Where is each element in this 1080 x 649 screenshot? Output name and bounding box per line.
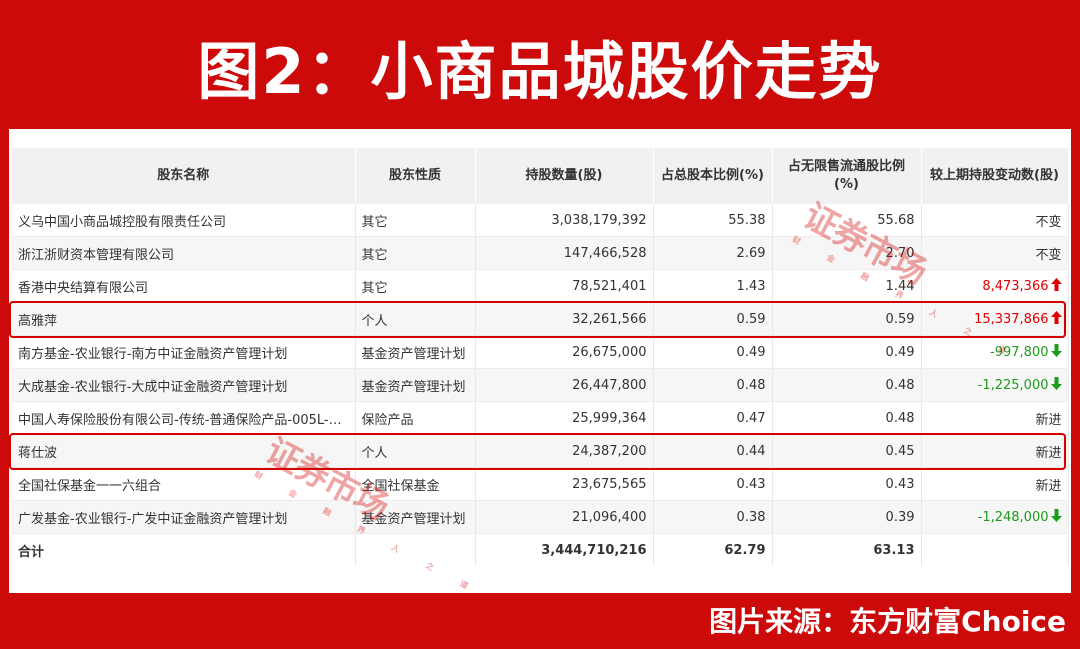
cell-name: 蒋仕波	[12, 434, 356, 468]
header-change[interactable]: 较上期持股变动数(股)	[921, 148, 1069, 204]
cell-type: 其它	[355, 236, 476, 270]
cell-pct-total: 0.59	[653, 302, 773, 336]
header-pct-total[interactable]: 占总股本比例(%)	[653, 148, 773, 204]
cell-pct-float: 2.70	[772, 236, 922, 270]
total-cell-type	[355, 533, 476, 566]
cell-name: 义乌中国小商品城控股有限责任公司	[12, 204, 356, 237]
cell-pct-float: 0.45	[772, 434, 922, 468]
table-panel: 股东名称 股东性质 持股数量(股) 占总股本比例(%) 占无限售流通股比例(%)…	[9, 129, 1071, 593]
cell-pct-float: 0.48	[772, 401, 922, 435]
total-cell-shares: 3,444,710,216	[475, 533, 654, 566]
total-cell-name: 合计	[12, 533, 356, 566]
arrow-down-icon	[1050, 344, 1062, 357]
cell-pct-float: 0.43	[772, 467, 922, 501]
cell-shares: 25,999,364	[475, 401, 654, 435]
table-row[interactable]: 高雅萍 个人 32,261,566 0.59 0.59 15,337,866	[12, 302, 1069, 336]
cell-pct-total: 1.43	[653, 269, 773, 303]
table-row[interactable]: 蒋仕波 个人 24,387,200 0.44 0.45 新进	[12, 434, 1069, 468]
table-row[interactable]: 南方基金-农业银行-南方中证金融资产管理计划 基金资产管理计划 26,675,000…	[12, 335, 1069, 369]
cell-pct-total: 0.49	[653, 335, 773, 369]
cell-change: 新进	[921, 401, 1069, 435]
table-row[interactable]: 大成基金-农业银行-大成中证金融资产管理计划 基金资产管理计划 26,447,800…	[12, 368, 1069, 402]
cell-shares: 26,447,800	[475, 368, 654, 402]
cell-change: 8,473,366	[921, 269, 1069, 303]
arrow-down-icon	[1050, 509, 1062, 522]
cell-shares: 3,038,179,392	[475, 204, 654, 237]
cell-pct-total: 2.69	[653, 236, 773, 270]
cell-type: 基金资产管理计划	[355, 500, 476, 534]
cell-pct-float: 0.48	[772, 368, 922, 402]
cell-name: 高雅萍	[12, 302, 356, 336]
cell-type: 其它	[355, 269, 476, 303]
cell-shares: 78,521,401	[475, 269, 654, 303]
cell-pct-float: 0.49	[772, 335, 922, 369]
cell-name: 香港中央结算有限公司	[12, 269, 356, 303]
cell-type: 保险产品	[355, 401, 476, 435]
arrow-up-icon	[1050, 311, 1062, 324]
table-row[interactable]: 广发基金-农业银行-广发中证金融资产管理计划 基金资产管理计划 21,096,400…	[12, 500, 1069, 534]
cell-name: 中国人寿保险股份有限公司-传统-普通保险产品-005L-CT...	[12, 401, 356, 435]
cell-type: 全国社保基金	[355, 467, 476, 501]
cell-type: 其它	[355, 204, 476, 237]
cell-shares: 26,675,000	[475, 335, 654, 369]
arrow-down-icon	[1050, 377, 1062, 390]
cell-pct-total: 0.47	[653, 401, 773, 435]
table-row[interactable]: 全国社保基金一一六组合 全国社保基金 23,675,565 0.43 0.43 新进	[12, 467, 1069, 501]
cell-pct-float: 0.39	[772, 500, 922, 534]
header-shares[interactable]: 持股数量(股)	[475, 148, 654, 204]
cell-name: 全国社保基金一一六组合	[12, 467, 356, 501]
cell-pct-total: 0.43	[653, 467, 773, 501]
total-cell-change	[921, 533, 1069, 566]
cell-pct-total: 0.44	[653, 434, 773, 468]
cell-type: 基金资产管理计划	[355, 368, 476, 402]
table-row[interactable]: 浙江浙财资本管理有限公司 其它 147,466,528 2.69 2.70 不变	[12, 236, 1069, 270]
cell-change: 15,337,866	[921, 302, 1069, 336]
cell-name: 浙江浙财资本管理有限公司	[12, 236, 356, 270]
cell-pct-float: 0.59	[772, 302, 922, 336]
cell-shares: 23,675,565	[475, 467, 654, 501]
cell-shares: 21,096,400	[475, 500, 654, 534]
header-name[interactable]: 股东名称	[12, 148, 356, 204]
cell-pct-float: 1.44	[772, 269, 922, 303]
cell-pct-total: 0.48	[653, 368, 773, 402]
table-row[interactable]: 香港中央结算有限公司 其它 78,521,401 1.43 1.44 8,473,366	[12, 269, 1069, 303]
cell-pct-total: 0.38	[653, 500, 773, 534]
cell-change: 不变	[921, 204, 1069, 237]
cell-name: 广发基金-农业银行-广发中证金融资产管理计划	[12, 500, 356, 534]
cell-change: -1,248,000	[921, 500, 1069, 534]
cell-shares: 32,261,566	[475, 302, 654, 336]
cell-name: 南方基金-农业银行-南方中证金融资产管理计划	[12, 335, 356, 369]
table-row[interactable]: 中国人寿保险股份有限公司-传统-普通保险产品-005L-CT... 保险产品 25,…	[12, 401, 1069, 435]
total-cell-pct-total: 62.79	[653, 533, 773, 566]
table-row[interactable]: 义乌中国小商品城控股有限责任公司 其它 3,038,179,392 55.38 55.6…	[12, 204, 1069, 237]
cell-change: -997,800	[921, 335, 1069, 369]
total-cell-pct-float: 63.13	[772, 533, 922, 566]
cell-change: 新进	[921, 434, 1069, 468]
cell-change: 不变	[921, 236, 1069, 270]
shareholder-table: 股东名称 股东性质 持股数量(股) 占总股本比例(%) 占无限售流通股比例(%)…	[12, 148, 1069, 566]
table-header-row: 股东名称 股东性质 持股数量(股) 占总股本比例(%) 占无限售流通股比例(%)…	[12, 148, 1069, 204]
cell-type: 基金资产管理计划	[355, 335, 476, 369]
cell-shares: 147,466,528	[475, 236, 654, 270]
cell-pct-float: 55.68	[772, 204, 922, 237]
arrow-up-icon	[1050, 278, 1062, 291]
cell-shares: 24,387,200	[475, 434, 654, 468]
header-type[interactable]: 股东性质	[355, 148, 476, 204]
page-title: 图2：小商品城股价走势	[197, 35, 883, 108]
cell-pct-total: 55.38	[653, 204, 773, 237]
cell-change: -1,225,000	[921, 368, 1069, 402]
header-pct-float[interactable]: 占无限售流通股比例(%)	[772, 148, 922, 204]
cell-type: 个人	[355, 434, 476, 468]
cell-type: 个人	[355, 302, 476, 336]
cell-name: 大成基金-农业银行-大成中证金融资产管理计划	[12, 368, 356, 402]
image-source: 图片来源：东方财富Choice	[709, 605, 1066, 638]
cell-change: 新进	[921, 467, 1069, 501]
table-total-row: 合计 3,444,710,216 62.79 63.13	[12, 533, 1069, 566]
